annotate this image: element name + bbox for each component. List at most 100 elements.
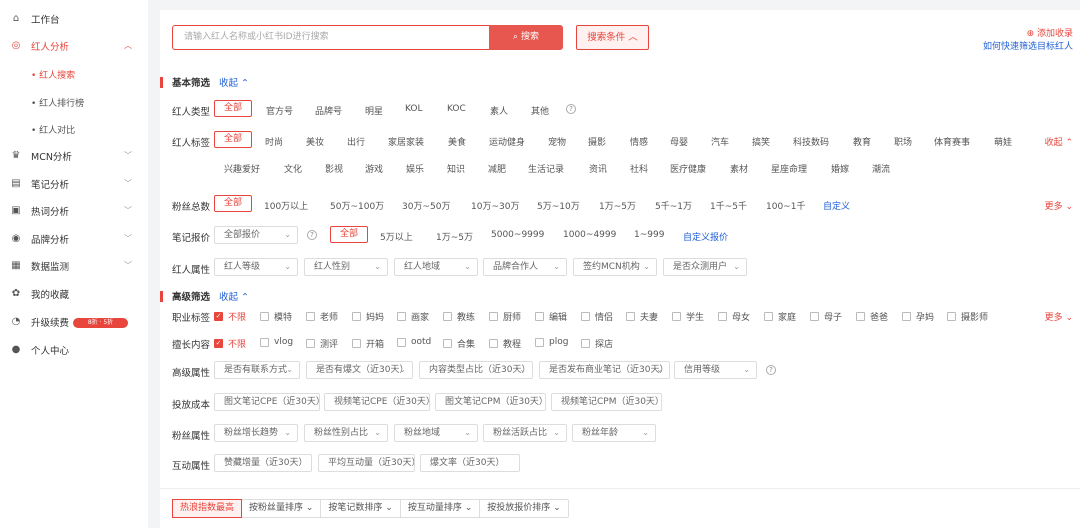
level-select[interactable]: 红人等级 ⌄ bbox=[214, 258, 298, 276]
content-checkbox[interactable]: 合集 bbox=[443, 337, 475, 350]
sub-item-influencer-ranking[interactable]: • 红人排行榜 bbox=[31, 96, 84, 109]
type-option[interactable]: KOC bbox=[447, 104, 466, 114]
sub-item-influencer-compare[interactable]: • 红人对比 bbox=[31, 123, 75, 136]
job-checkbox[interactable]: 爸爸 bbox=[856, 310, 888, 323]
content-checkbox[interactable]: vlog bbox=[260, 337, 293, 347]
fans-option[interactable]: 50万~100万 bbox=[330, 199, 384, 212]
job-checkbox[interactable]: 教练 bbox=[443, 310, 475, 323]
job-checkbox[interactable]: 母女 bbox=[718, 310, 750, 323]
tag-option[interactable]: 萌娃 bbox=[994, 135, 1012, 148]
job-checkbox[interactable]: 编辑 bbox=[535, 310, 567, 323]
fans-option[interactable]: 30万~50万 bbox=[402, 199, 450, 212]
contact-select[interactable]: 是否有联系方式 ⌄ bbox=[214, 361, 300, 379]
sort-by-notes[interactable]: 按笔记数排序 ⌄ bbox=[321, 500, 401, 517]
content-checkbox[interactable]: 探店 bbox=[581, 337, 613, 350]
sidebar-item-monitor[interactable]: ▦ 数据监测 ﹀ bbox=[0, 252, 148, 279]
fans-option[interactable]: 10万~30万 bbox=[471, 199, 519, 212]
tag-option[interactable]: 摄影 bbox=[588, 135, 606, 148]
cpm-image-input[interactable]: 图文笔记CPM（近30天） bbox=[435, 393, 546, 411]
tag-option[interactable]: 星座命理 bbox=[771, 162, 807, 175]
tag-option[interactable]: 医疗健康 bbox=[670, 162, 706, 175]
fans-option[interactable]: 1万~5万 bbox=[599, 199, 636, 212]
fans-option[interactable]: 1千~5千 bbox=[710, 199, 747, 212]
tester-select[interactable]: 是否众测用户 ⌄ bbox=[663, 258, 747, 276]
fans-gender-select[interactable]: 粉丝性别占比 ⌄ bbox=[304, 424, 388, 442]
help-icon[interactable]: ? bbox=[566, 104, 576, 114]
sidebar-item-hotwords[interactable]: ▣ 热词分析 ﹀ bbox=[0, 197, 148, 224]
tag-option[interactable]: 宠物 bbox=[548, 135, 566, 148]
tag-option[interactable]: 母婴 bbox=[670, 135, 688, 148]
job-checkbox[interactable]: 夫妻 bbox=[626, 310, 658, 323]
job-checkbox[interactable]: ✓ 不限 bbox=[214, 310, 246, 323]
tag-option[interactable]: 科技数码 bbox=[793, 135, 829, 148]
basic-fold-toggle[interactable]: 收起 ⌃ bbox=[219, 75, 249, 89]
job-checkbox[interactable]: 摄影师 bbox=[947, 310, 988, 323]
sort-by-price[interactable]: 按投放报价排序 ⌄ bbox=[480, 500, 567, 517]
fans-trend-select[interactable]: 粉丝增长趋势 ⌄ bbox=[214, 424, 298, 442]
tag-option[interactable]: 运动健身 bbox=[489, 135, 525, 148]
search-button[interactable]: ⌕ 搜索 bbox=[489, 25, 563, 50]
tag-option[interactable]: 婚嫁 bbox=[831, 162, 849, 175]
type-option[interactable]: 品牌号 bbox=[315, 104, 342, 117]
fans-option[interactable]: 5千~1万 bbox=[655, 199, 692, 212]
fans-active-select[interactable]: 粉丝活跃占比 ⌄ bbox=[483, 424, 567, 442]
job-checkbox[interactable]: 模特 bbox=[260, 310, 292, 323]
tag-option[interactable]: 娱乐 bbox=[406, 162, 424, 175]
sidebar-item-notes[interactable]: ▤ 笔记分析 ﹀ bbox=[0, 170, 148, 197]
tag-option[interactable]: 出行 bbox=[347, 135, 365, 148]
brand-partner-select[interactable]: 品牌合作人 ⌄ bbox=[483, 258, 567, 276]
job-checkbox[interactable]: 妈妈 bbox=[352, 310, 384, 323]
commercial-select[interactable]: 是否发布商业笔记（近30天） ⌄ bbox=[539, 361, 670, 379]
viral-rate-input[interactable]: 爆文率（近30天） bbox=[420, 454, 520, 472]
tag-option[interactable]: 生活记录 bbox=[528, 162, 564, 175]
tag-option[interactable]: 知识 bbox=[447, 162, 465, 175]
quick-filter-help-link[interactable]: 如何快速筛选目标红人 bbox=[983, 39, 1073, 52]
price-option[interactable]: 5万以上 bbox=[380, 230, 413, 243]
fans-more-toggle[interactable]: 更多 ⌄ bbox=[1045, 199, 1073, 212]
fans-custom-link[interactable]: 自定义 bbox=[823, 199, 850, 212]
tag-option[interactable]: 游戏 bbox=[365, 162, 383, 175]
content-checkbox[interactable]: 教程 bbox=[489, 337, 521, 350]
sidebar-item-influencer-analysis[interactable]: ◎ 红人分析 ︿ bbox=[0, 32, 148, 59]
tag-option[interactable]: 搞笑 bbox=[752, 135, 770, 148]
sidebar-item-brand[interactable]: ◉ 品牌分析 ﹀ bbox=[0, 225, 148, 252]
job-checkbox[interactable]: 老师 bbox=[306, 310, 338, 323]
fans-option[interactable]: 100~1千 bbox=[766, 199, 805, 212]
price-option[interactable]: 1万~5万 bbox=[436, 230, 473, 243]
tag-option[interactable]: 文化 bbox=[284, 162, 302, 175]
sort-hotness[interactable]: 热浪指数最高 bbox=[172, 499, 243, 518]
content-type-select[interactable]: 内容类型占比（近30天） ⌄ bbox=[419, 361, 533, 379]
job-checkbox[interactable]: 孕妈 bbox=[902, 310, 934, 323]
fans-option[interactable]: 100万以上 bbox=[264, 199, 308, 212]
fans-region-select[interactable]: 粉丝地域 ⌄ bbox=[394, 424, 478, 442]
type-option[interactable]: 全部 bbox=[214, 100, 252, 117]
help-icon[interactable]: ? bbox=[307, 230, 317, 240]
credit-select[interactable]: 信用等级 ⌄ bbox=[674, 361, 757, 379]
price-custom-link[interactable]: 自定义报价 bbox=[683, 230, 728, 243]
type-option[interactable]: 素人 bbox=[490, 104, 508, 117]
cpe-video-input[interactable]: 视频笔记CPE（近30天） bbox=[324, 393, 430, 411]
content-checkbox[interactable]: ✓ 不限 bbox=[214, 337, 246, 350]
cpe-image-input[interactable]: 图文笔记CPE（近30天） bbox=[214, 393, 320, 411]
add-collection-link[interactable]: ⊕ 添加收录 bbox=[1027, 26, 1073, 39]
content-checkbox[interactable]: ootd bbox=[397, 337, 431, 347]
sidebar-item-profile[interactable]: ● 个人中心 bbox=[0, 336, 148, 363]
price-select[interactable]: 全部报价 ⌄ bbox=[214, 226, 298, 244]
gender-select[interactable]: 红人性别 ⌄ bbox=[304, 258, 388, 276]
tag-option[interactable]: 时尚 bbox=[265, 135, 283, 148]
sidebar-item-favorites[interactable]: ✿ 我的收藏 bbox=[0, 280, 148, 307]
region-select[interactable]: 红人地域 ⌄ bbox=[394, 258, 478, 276]
job-checkbox[interactable]: 画家 bbox=[397, 310, 429, 323]
tag-option[interactable]: 教育 bbox=[853, 135, 871, 148]
job-checkbox[interactable]: 学生 bbox=[672, 310, 704, 323]
sidebar-item-workbench[interactable]: ⌂ 工作台 bbox=[0, 5, 148, 32]
tag-option[interactable]: 体育赛事 bbox=[934, 135, 970, 148]
tag-option[interactable]: 影视 bbox=[325, 162, 343, 175]
advanced-fold-toggle[interactable]: 收起 ⌃ bbox=[219, 289, 249, 303]
sort-by-fans[interactable]: 按粉丝量排序 ⌄ bbox=[242, 500, 322, 517]
content-checkbox[interactable]: plog bbox=[535, 337, 568, 347]
sub-item-influencer-search[interactable]: • 红人搜索 bbox=[31, 68, 75, 81]
tag-option[interactable]: 家居家装 bbox=[388, 135, 424, 148]
tag-option[interactable]: 社科 bbox=[630, 162, 648, 175]
job-more-toggle[interactable]: 更多 ⌄ bbox=[1045, 310, 1073, 323]
